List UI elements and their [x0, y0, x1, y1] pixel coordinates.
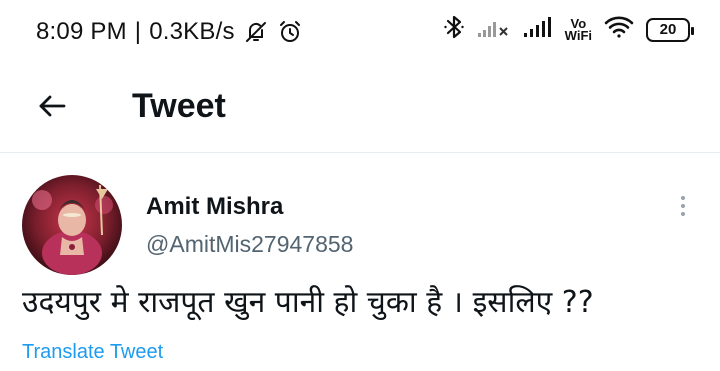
tweet-text: उदयपुर मे राजपूत खुन पानी हो चुका है । इ…	[22, 285, 594, 320]
signal-icon-sim1	[477, 16, 511, 43]
status-bar-left: 8:09 PM | 0.3KB/s	[36, 18, 303, 46]
bluetooth-icon	[443, 14, 465, 45]
bell-off-icon	[243, 19, 269, 45]
author-handle[interactable]: @AmitMis27947858	[146, 231, 353, 258]
author-display-name[interactable]: Amit Mishra	[146, 193, 283, 221]
page-title: Tweet	[132, 87, 226, 125]
more-vertical-icon-dot	[681, 212, 685, 216]
vowifi-indicator: Vo WiFi	[564, 17, 592, 43]
back-button[interactable]	[30, 84, 74, 128]
more-vertical-icon-dot	[681, 204, 685, 208]
more-options-button[interactable]	[668, 191, 698, 221]
avatar-image	[22, 175, 122, 275]
vowifi-bottom-label: WiFi	[564, 27, 592, 43]
status-bar: 8:09 PM | 0.3KB/s Vo WiFi 20	[0, 0, 720, 62]
more-vertical-icon-dot	[681, 196, 685, 200]
translate-tweet-link[interactable]: Translate Tweet	[22, 341, 163, 364]
clock-time: 8:09 PM	[36, 18, 127, 45]
signal-icon-sim2	[523, 16, 553, 43]
battery-icon: 20	[646, 17, 694, 42]
arrow-left-icon	[39, 95, 66, 117]
alarm-icon	[277, 19, 303, 45]
network-speed: 0.3KB/s	[149, 18, 235, 45]
status-bar-right: Vo WiFi 20	[443, 14, 694, 45]
battery-level: 20	[659, 21, 677, 38]
wifi-icon	[604, 15, 634, 44]
tweet-card: Amit Mishra @AmitMis27947858 उदयपुर मे र…	[0, 153, 720, 371]
status-separator: |	[134, 18, 142, 45]
top-app-bar: Tweet	[0, 62, 720, 153]
avatar[interactable]	[22, 175, 122, 275]
